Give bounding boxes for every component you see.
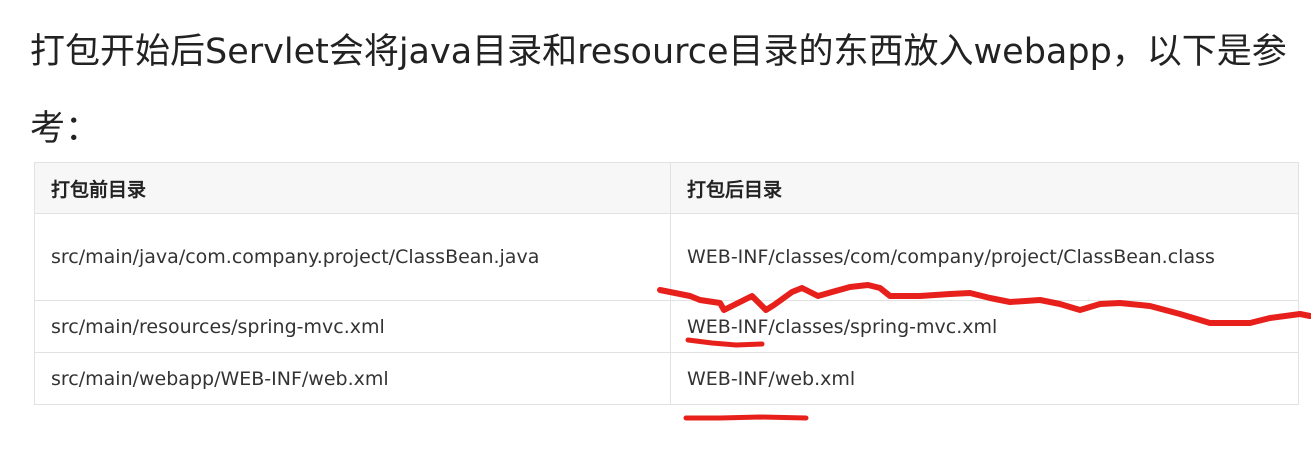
after-path-cell: WEB-INF/classes/spring-mvc.xml <box>670 300 1299 353</box>
header-before-dir: 打包前目录 <box>34 162 671 214</box>
after-path-cell: WEB-INF/web.xml <box>670 352 1299 405</box>
before-path-cell: src/main/webapp/WEB-INF/web.xml <box>34 352 671 405</box>
table-row: src/main/webapp/WEB-INF/web.xml WEB-INF/… <box>34 352 1299 405</box>
before-path-cell: src/main/resources/spring-mvc.xml <box>34 300 671 353</box>
table-row: src/main/resources/spring-mvc.xml WEB-IN… <box>34 300 1299 353</box>
header-after-dir: 打包后目录 <box>670 162 1299 214</box>
intro-paragraph: 打包开始后Servlet会将java目录和resource目录的东西放入weba… <box>30 32 1287 149</box>
after-path-cell: WEB-INF/classes/com/company/project/Clas… <box>670 213 1299 301</box>
underline-mark <box>683 414 809 421</box>
table-row: src/main/java/com.company.project/ClassB… <box>34 213 1299 301</box>
table-header-row: 打包前目录 打包后目录 <box>34 162 1299 214</box>
before-path-cell: src/main/java/com.company.project/ClassB… <box>34 213 671 301</box>
directory-mapping-table: 打包前目录 打包后目录 src/main/java/com.company.pr… <box>34 162 1299 405</box>
